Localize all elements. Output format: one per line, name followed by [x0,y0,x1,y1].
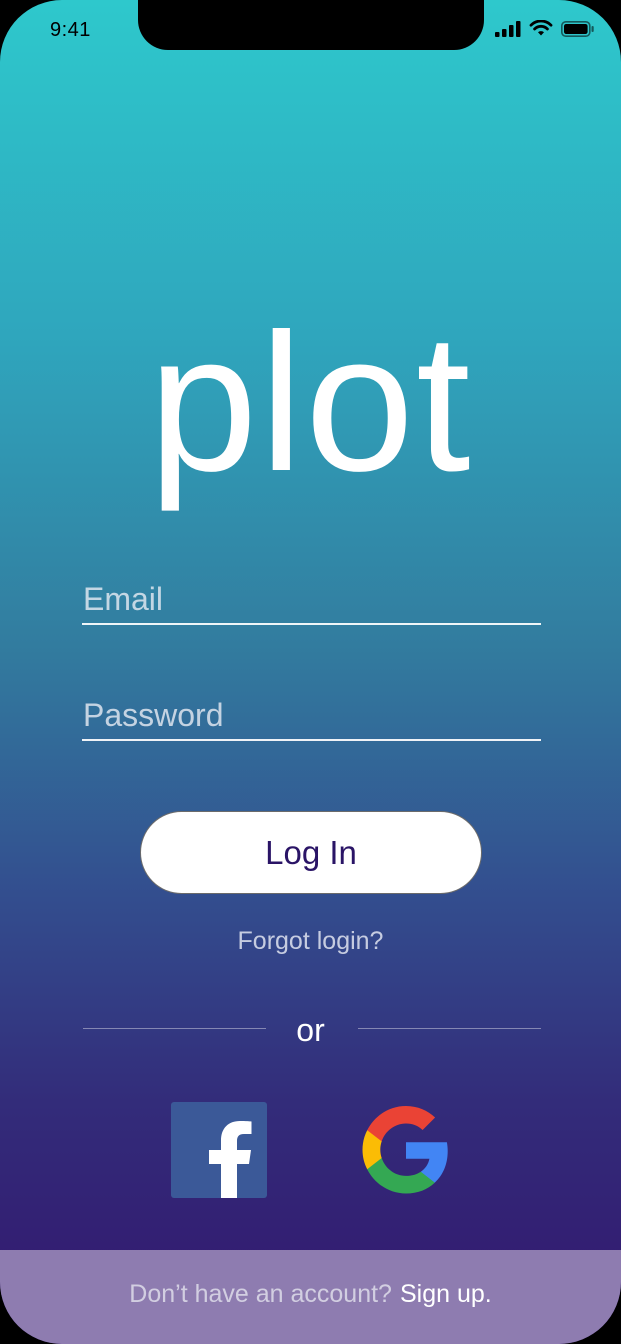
battery-icon [561,20,594,37]
divider-line-right [358,1028,541,1029]
forgot-login-link[interactable]: Forgot login? [0,927,621,956]
email-field-container [82,576,541,625]
email-field[interactable] [82,576,541,623]
password-field[interactable] [82,692,541,739]
signup-link[interactable]: Sign up. [400,1280,492,1309]
signup-prompt: Don’t have an account? [129,1279,392,1308]
app-logo: plot [148,293,473,512]
facebook-icon[interactable] [171,1102,267,1198]
status-icons [495,20,595,37]
status-time: 9:41 [50,19,91,41]
wifi-icon [529,20,553,36]
google-icon[interactable] [358,1102,454,1198]
login-button[interactable]: Log In [140,811,482,894]
signup-footer: Don’t have an account? Sign up. [0,1250,621,1344]
login-button-label: Log In [265,833,357,871]
login-screen: 9:41 plot Log In Forgot login? or [0,0,621,1344]
or-divider-label: or [296,1012,325,1048]
signal-icon [495,20,521,37]
device-notch [138,0,484,50]
password-field-container [82,692,541,741]
